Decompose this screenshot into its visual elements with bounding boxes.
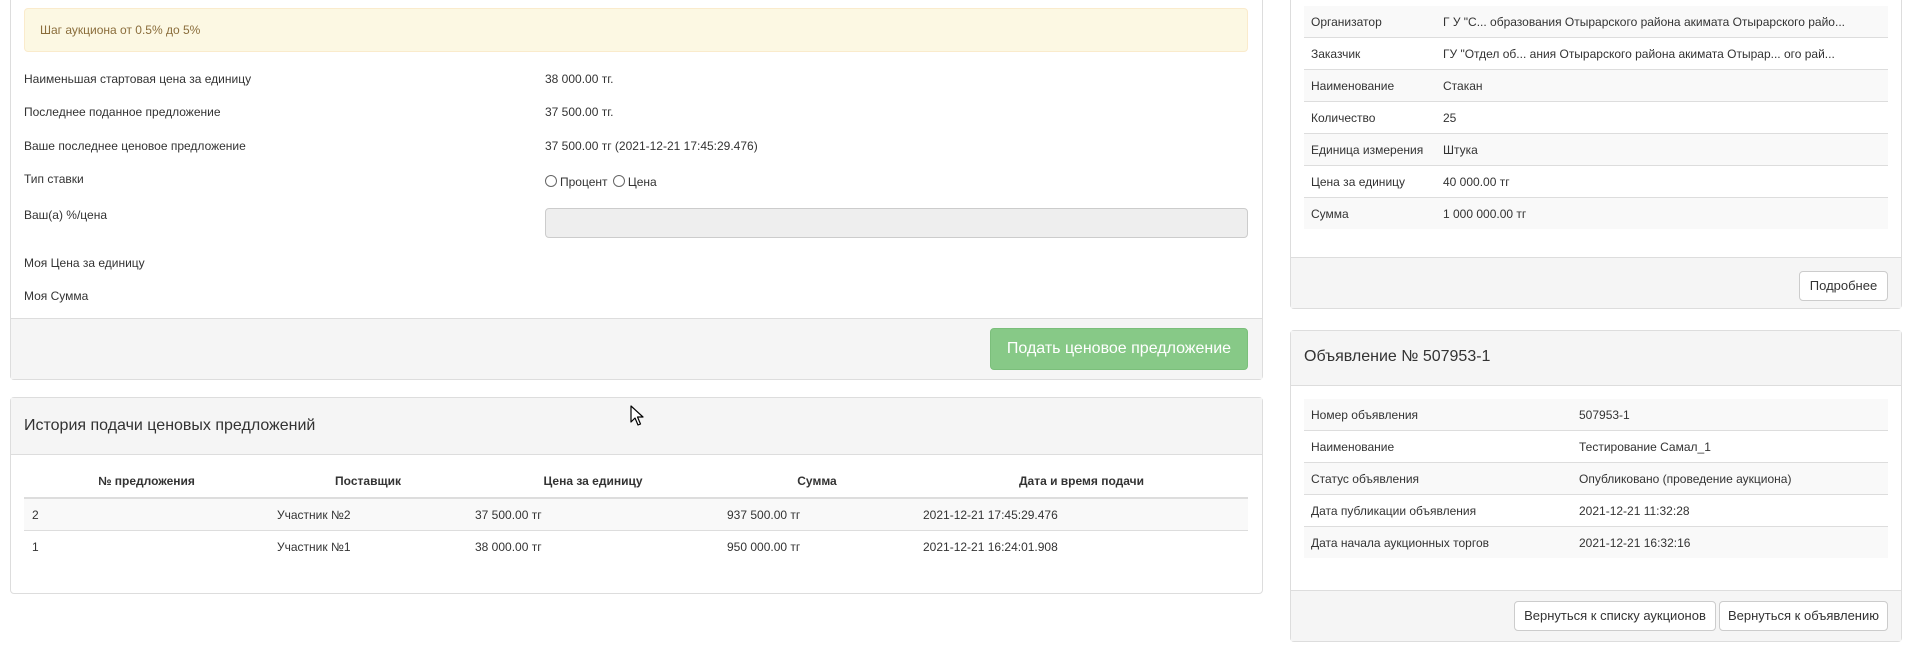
price-radio[interactable]: [612, 175, 625, 187]
rate-type-group: Процент Цена: [545, 175, 657, 189]
cell: Дата начала аукционных торгов: [1304, 526, 1572, 558]
table-row: Номер объявления 507953-1: [1304, 399, 1888, 431]
start-price-label: Наименьшая стартовая цена за единицу: [24, 72, 252, 86]
cell: Номер объявления: [1304, 399, 1572, 431]
last-offer-label: Последнее поданное предложение: [24, 105, 221, 119]
rate-type-label: Тип ставки: [24, 172, 84, 186]
cell: Участник №2: [269, 497, 467, 531]
cell: 950 000.00 тг: [719, 530, 915, 562]
cell: Стакан: [1436, 69, 1888, 102]
cell: 37 500.00 тг: [467, 497, 719, 531]
cell: 2021-12-21 16:32:16: [1572, 526, 1888, 558]
your-last-offer-label: Ваше последнее ценовое предложение: [24, 139, 246, 153]
cell: 25: [1436, 101, 1888, 134]
cell: Организатор: [1304, 6, 1436, 38]
more-details-button[interactable]: Подробнее: [1799, 271, 1888, 301]
cell: 2021-12-21 11:32:28: [1572, 494, 1888, 527]
table-row: Наименование Тестирование Самал_1: [1304, 430, 1888, 463]
table-row: Дата начала аукционных торгов 2021-12-21 …: [1304, 526, 1888, 558]
table-row: 2 Участник №2 37 500.00 тг 937 500.00 тг…: [24, 497, 1248, 531]
start-price-value: 38 000.00 тг.: [545, 72, 614, 86]
cell: ГУ "Отдел об... ания Отырарского района …: [1436, 37, 1888, 70]
table-row: Статус объявления Опубликовано (проведени…: [1304, 462, 1888, 495]
table-row: Сумма 1 000 000.00 тг: [1304, 197, 1888, 229]
col-offer-number: № предложения: [24, 465, 269, 499]
my-unit-price-label: Моя Цена за единицу: [24, 256, 145, 270]
cell: 40 000.00 тг: [1436, 165, 1888, 198]
table-row: Заказчик ГУ "Отдел об... ания Отырарского…: [1304, 37, 1888, 70]
percent-radio-label: Процент: [560, 175, 608, 189]
cell: Цена за единицу: [1304, 165, 1436, 198]
back-to-auction-list-button[interactable]: Вернуться к списку аукционов: [1514, 601, 1716, 631]
my-sum-label: Моя Сумма: [24, 289, 89, 303]
cell: Г У "С... образования Отырарского района…: [1436, 6, 1888, 38]
cell: Опубликовано (проведение аукциона): [1572, 462, 1888, 495]
cell: Статус объявления: [1304, 462, 1572, 495]
bid-panel: [10, 0, 1263, 380]
back-to-announcement-button[interactable]: Вернуться к объявлению: [1719, 601, 1888, 631]
table-row: Цена за единицу 40 000.00 тг: [1304, 165, 1888, 198]
cell: 1: [24, 530, 269, 562]
cell: Участник №1: [269, 530, 467, 562]
table-row: Единица измерения Штука: [1304, 133, 1888, 166]
history-table: № предложения Поставщик Цена за единицу …: [24, 465, 1248, 562]
your-value-label: Ваш(а) %/цена: [24, 208, 108, 222]
table-row: 1 Участник №1 38 000.00 тг 950 000.00 тг…: [24, 530, 1248, 562]
cell: Единица измерения: [1304, 133, 1436, 166]
submit-offer-button[interactable]: Подать ценовое предложение: [990, 328, 1248, 370]
cell: 2021-12-21 17:45:29.476: [915, 497, 1248, 531]
table-row: Дата публикации объявления 2021-12-21 11:…: [1304, 494, 1888, 527]
cell: 1 000 000.00 тг: [1436, 197, 1888, 229]
col-supplier: Поставщик: [269, 465, 467, 499]
cell: 38 000.00 тг: [467, 530, 719, 562]
col-sum: Сумма: [719, 465, 915, 499]
percent-radio[interactable]: [545, 175, 557, 187]
last-offer-value: 37 500.00 тг.: [545, 105, 614, 119]
cell: Сумма: [1304, 197, 1436, 229]
cell: Дата публикации объявления: [1304, 494, 1572, 527]
price-radio-label: Цена: [627, 175, 657, 189]
cell: 2: [24, 497, 269, 531]
cell: Наименование: [1304, 69, 1436, 102]
table-row: Количество 25: [1304, 101, 1888, 134]
your-last-offer-value: 37 500.00 тг (2021-12-21 17:45:29.476): [545, 139, 758, 153]
cell: 937 500.00 тг: [719, 497, 915, 531]
lot-info-table: Организатор Г У "С... образования Отырарс…: [1304, 6, 1888, 229]
table-row: Организатор Г У "С... образования Отырарс…: [1304, 6, 1888, 38]
col-unit-price: Цена за единицу: [467, 465, 719, 499]
auction-step-alert: Шаг аукциона от 0.5% до 5%: [24, 8, 1248, 52]
history-header-row: № предложения Поставщик Цена за единицу …: [24, 465, 1248, 499]
your-value-input[interactable]: [545, 208, 1248, 238]
cell: 2021-12-21 16:24:01.908: [915, 530, 1248, 562]
mouse-cursor-icon: [630, 405, 646, 430]
cell: Наименование: [1304, 430, 1572, 463]
cell: Количество: [1304, 101, 1436, 134]
cell: Штука: [1436, 133, 1888, 166]
announcement-table: Номер объявления 507953-1 Наименование Тес…: [1304, 399, 1888, 558]
history-title: История подачи ценовых предложений: [24, 417, 316, 434]
announcement-title: Объявление № 507953-1: [1304, 348, 1491, 365]
col-datetime: Дата и время подачи: [915, 465, 1248, 499]
table-row: Наименование Стакан: [1304, 69, 1888, 102]
cell: Тестирование Самал_1: [1572, 430, 1888, 463]
cell: Заказчик: [1304, 37, 1436, 70]
cell: 507953-1: [1572, 399, 1888, 431]
